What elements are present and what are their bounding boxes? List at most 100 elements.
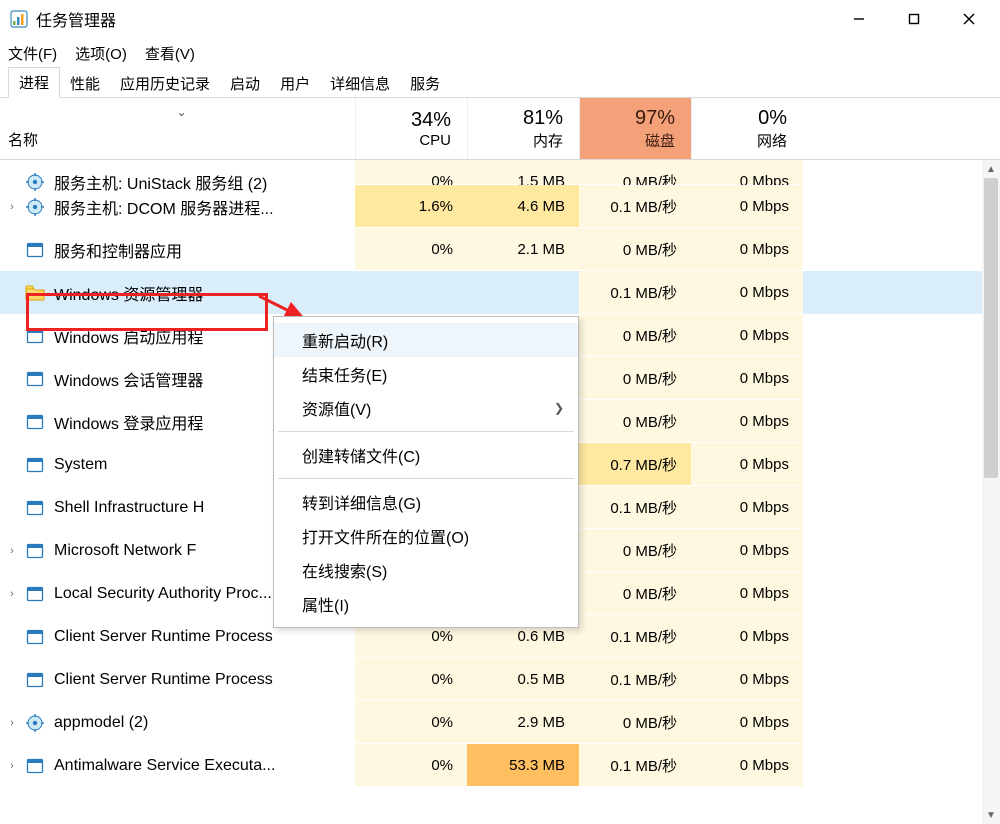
cell-mem: 53.3 MB	[467, 744, 579, 787]
tab-details[interactable]: 详细信息	[320, 69, 400, 98]
ctx-restart[interactable]: 重新启动(R)	[274, 323, 578, 357]
ctx-end-task[interactable]: 结束任务(E)	[274, 357, 578, 391]
process-row[interactable]: ›Antimalware Service Executa...0%53.3 MB…	[0, 744, 982, 787]
process-name-cell[interactable]: ›服务主机: DCOM 服务器进程...	[0, 195, 355, 219]
process-row[interactable]: 服务和控制器应用0%2.1 MB0 MB/秒0 Mbps	[0, 228, 982, 271]
cell-net: 0 Mbps	[691, 185, 803, 228]
process-name-cell[interactable]: Client Server Runtime Process	[0, 626, 355, 648]
menu-file[interactable]: 文件(F)	[8, 43, 57, 64]
process-name-cell[interactable]: ›Antimalware Service Executa...	[0, 755, 355, 777]
scroll-thumb[interactable]	[984, 178, 998, 478]
header-disk[interactable]: 97% 磁盘	[579, 98, 691, 159]
submenu-indicator-icon: ❯	[554, 401, 564, 415]
menu-options[interactable]: 选项(O)	[75, 43, 127, 64]
app-icon	[10, 10, 28, 28]
cell-net: 0 Mbps	[691, 572, 803, 615]
ctx-resource-values[interactable]: 资源值(V) ❯	[274, 391, 578, 425]
tab-performance[interactable]: 性能	[60, 69, 110, 98]
process-name-label: Client Server Runtime Process	[54, 628, 349, 646]
ctx-online-search[interactable]: 在线搜索(S)	[274, 553, 578, 587]
process-row[interactable]: Client Server Runtime Process0%0.5 MB0.1…	[0, 658, 982, 701]
cell-net: 0 Mbps	[691, 228, 803, 271]
tab-app-history[interactable]: 应用历史记录	[110, 69, 220, 98]
tab-users[interactable]: 用户	[270, 69, 320, 98]
close-button[interactable]	[941, 0, 996, 38]
menu-view[interactable]: 查看(V)	[145, 43, 195, 64]
ctx-restart-label: 重新启动(R)	[302, 328, 388, 352]
header-memory[interactable]: 81% 内存	[467, 98, 579, 159]
process-table-body: 服务主机: UniStack 服务组 (2)0%1.5 MB0 MB/秒0 Mb…	[0, 160, 1000, 824]
process-row[interactable]: ›appmodel (2)0%2.9 MB0 MB/秒0 Mbps	[0, 701, 982, 744]
app-icon	[24, 368, 46, 390]
cell-net: 0 Mbps	[691, 615, 803, 658]
process-name-cell[interactable]: 服务和控制器应用	[0, 238, 355, 262]
scroll-up-icon[interactable]: ▲	[982, 160, 1000, 178]
tabstrip: 进程 性能 应用历史记录 启动 用户 详细信息 服务	[0, 68, 1000, 98]
cell-mem: 4.6 MB	[467, 185, 579, 228]
titlebar: 任务管理器	[0, 0, 1000, 38]
tab-services[interactable]: 服务	[400, 69, 450, 98]
ctx-properties-label: 属性(I)	[302, 592, 349, 616]
ctx-online-search-label: 在线搜索(S)	[302, 558, 387, 582]
ctx-open-location-label: 打开文件所在的位置(O)	[302, 524, 469, 548]
header-cpu[interactable]: 34% CPU	[355, 98, 467, 159]
cell-cpu: 0%	[355, 228, 467, 271]
menubar: 文件(F) 选项(O) 查看(V)	[0, 38, 1000, 68]
ctx-create-dump[interactable]: 创建转储文件(C)	[274, 438, 578, 472]
process-row[interactable]: Windows 资源管理器0.1 MB/秒0 Mbps	[0, 271, 982, 314]
cell-cpu: 1.6%	[355, 185, 467, 228]
process-name-cell[interactable]: 服务主机: UniStack 服务组 (2)	[0, 160, 355, 185]
folder-icon	[24, 282, 46, 304]
maximize-button[interactable]	[886, 0, 941, 38]
gear-icon	[24, 712, 46, 734]
cell-net: 0 Mbps	[691, 314, 803, 357]
scroll-track[interactable]	[982, 178, 1000, 806]
process-name-label: 服务主机: UniStack 服务组 (2)	[54, 170, 349, 194]
context-menu: 重新启动(R) 结束任务(E) 资源值(V) ❯ 创建转储文件(C) 转到详细信…	[273, 316, 579, 628]
header-name-label: 名称	[8, 121, 355, 150]
process-row[interactable]: 服务主机: UniStack 服务组 (2)0%1.5 MB0 MB/秒0 Mb…	[0, 160, 982, 185]
ctx-properties[interactable]: 属性(I)	[274, 587, 578, 621]
cell-disk: 0.7 MB/秒	[579, 443, 691, 486]
ctx-goto-details[interactable]: 转到详细信息(G)	[274, 485, 578, 519]
header-cpu-pct: 34%	[411, 109, 451, 132]
expander-icon[interactable]: ›	[0, 588, 24, 600]
cell-disk: 0 MB/秒	[579, 314, 691, 357]
cell-disk: 0 MB/秒	[579, 228, 691, 271]
cell-disk: 0.1 MB/秒	[579, 658, 691, 701]
cell-disk: 0.1 MB/秒	[579, 271, 691, 314]
process-name-cell[interactable]: ›appmodel (2)	[0, 712, 355, 734]
tab-startup[interactable]: 启动	[220, 69, 270, 98]
vertical-scrollbar[interactable]: ▲ ▼	[982, 160, 1000, 824]
cell-disk: 0.1 MB/秒	[579, 486, 691, 529]
cell-cpu: 0%	[355, 744, 467, 787]
window-title: 任务管理器	[36, 7, 116, 31]
header-name[interactable]: ⌄ 名称	[0, 98, 355, 159]
process-name-cell[interactable]: Client Server Runtime Process	[0, 669, 355, 691]
scroll-down-icon[interactable]: ▼	[982, 806, 1000, 824]
app-icon	[24, 669, 46, 691]
header-network-pct: 0%	[758, 107, 787, 130]
expander-icon[interactable]: ›	[0, 717, 24, 729]
minimize-button[interactable]	[831, 0, 886, 38]
process-name-cell[interactable]: Windows 资源管理器	[0, 281, 355, 305]
process-name-label: 服务和控制器应用	[54, 238, 349, 262]
header-disk-label: 磁盘	[645, 130, 675, 151]
cell-mem: 0.5 MB	[467, 658, 579, 701]
header-network[interactable]: 0% 网络	[691, 98, 803, 159]
cell-net: 0 Mbps	[691, 443, 803, 486]
expander-icon[interactable]: ›	[0, 760, 24, 772]
ctx-open-location[interactable]: 打开文件所在的位置(O)	[274, 519, 578, 553]
cell-cpu: 0%	[355, 701, 467, 744]
cell-disk: 0 MB/秒	[579, 160, 691, 185]
process-name-label: Client Server Runtime Process	[54, 671, 349, 689]
expander-icon[interactable]: ›	[0, 545, 24, 557]
gear-icon	[24, 171, 46, 193]
expander-icon[interactable]: ›	[0, 201, 24, 213]
ctx-separator	[278, 431, 574, 432]
cell-disk: 0 MB/秒	[579, 400, 691, 443]
tab-processes[interactable]: 进程	[8, 67, 60, 98]
cell-disk: 0.1 MB/秒	[579, 744, 691, 787]
cell-net: 0 Mbps	[691, 357, 803, 400]
cell-disk: 0.1 MB/秒	[579, 615, 691, 658]
